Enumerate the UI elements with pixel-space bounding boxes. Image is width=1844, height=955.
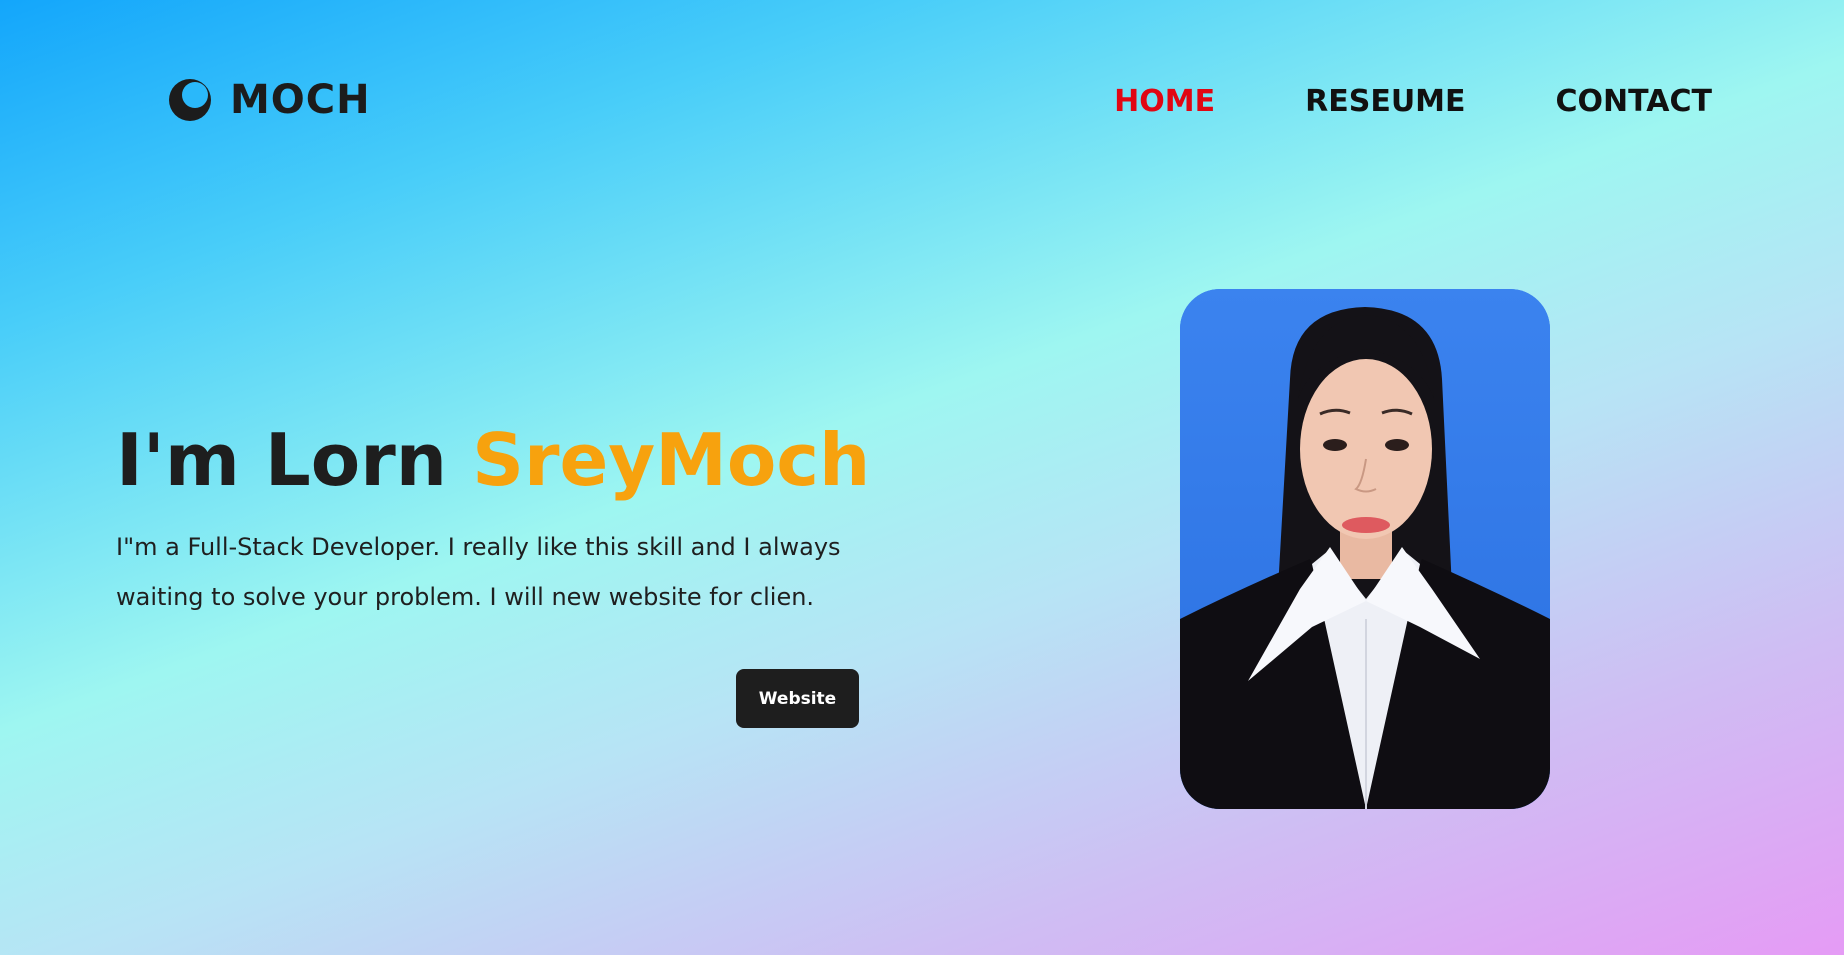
nav-reseume-link[interactable]: RESEUME xyxy=(1305,82,1465,122)
hero-description: I"m a Full-Stack Developer. I really lik… xyxy=(116,533,841,611)
profile-portrait-illustration xyxy=(1180,289,1550,809)
crescent-moon-icon xyxy=(169,79,211,121)
profile-photo xyxy=(1180,289,1550,809)
hero-title-prefix: I'm Lorn xyxy=(116,418,473,502)
brand-name: MOCH xyxy=(230,77,371,123)
logo[interactable]: MOCH xyxy=(168,78,371,122)
nav-contact-link[interactable]: CONTACT xyxy=(1556,82,1712,122)
main-nav: HOME RESEUME CONTACT xyxy=(1114,82,1712,122)
nav-home-link[interactable]: HOME xyxy=(1114,82,1215,122)
website-button[interactable]: Website xyxy=(736,669,859,728)
hero-title: I'm Lorn SreyMoch xyxy=(116,420,870,500)
hero-title-name: SreyMoch xyxy=(472,418,871,502)
